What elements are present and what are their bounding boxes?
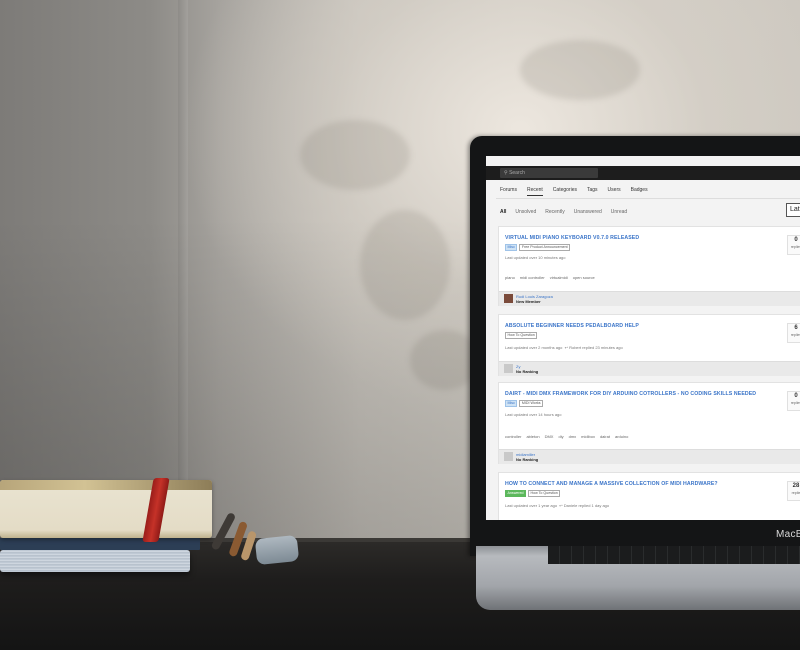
reply-number: 0 xyxy=(794,237,798,243)
topic-tag[interactable]: Misc xyxy=(505,400,518,407)
nav-badges[interactable]: Badges xyxy=(631,184,648,196)
notebook-stack-bottom xyxy=(0,550,190,572)
topic-meta: Last updated over 2 months ago ↩ Robert … xyxy=(505,345,623,350)
reply-count: 6 replies xyxy=(787,323,800,343)
laptop-brand-label: MacB xyxy=(776,529,800,540)
notebook-cover xyxy=(0,480,212,490)
topic-tag[interactable]: How To Question xyxy=(527,490,561,497)
author-rank: No Ranking xyxy=(516,369,539,374)
topic-meta: Last updated over 10 minutes ago xyxy=(505,255,566,260)
reply-icon: ↩ xyxy=(564,345,568,350)
nav-recent[interactable]: Recent xyxy=(526,184,543,196)
topic-author-bar: Zy No Ranking xyxy=(499,361,800,376)
last-updated: Last updated over 2 months ago xyxy=(505,345,563,350)
label-tag[interactable]: open source xyxy=(573,275,595,280)
reply-count: 0 replies xyxy=(787,391,800,411)
reply-label: replies xyxy=(790,245,800,249)
label-tag[interactable]: midibox xyxy=(581,434,595,439)
reply-number: 0 xyxy=(794,393,798,399)
topic-card[interactable]: HOW TO CONNECT AND MANAGE A MASSIVE COLL… xyxy=(498,472,800,520)
nav-categories[interactable]: Categories xyxy=(553,184,577,196)
avatar[interactable] xyxy=(504,294,513,303)
label-tag[interactable]: DMX xyxy=(545,434,554,439)
label-tag[interactable]: diy xyxy=(558,434,563,439)
last-reply: Daniele replied 1 day ago xyxy=(563,503,610,508)
last-reply: Robert replied 23 minutes ago xyxy=(569,345,623,350)
filter-unsolved[interactable]: Unsolved xyxy=(515,206,536,218)
author-rank: No Ranking xyxy=(516,457,539,462)
topic-title[interactable]: HOW TO CONNECT AND MANAGE A MASSIVE COLL… xyxy=(505,481,718,487)
laptop-screen: ⚲ Search Forums Recent Categories Tags U… xyxy=(486,156,800,520)
topic-title[interactable]: DAIRT - MIDI DMX FRAMEWORK FOR DIY ARDUI… xyxy=(505,391,756,397)
nav-tags[interactable]: Tags xyxy=(587,184,598,196)
reply-label: replies xyxy=(790,401,800,405)
label-tag[interactable]: midi controller xyxy=(520,275,545,280)
topic-author-bar: Rudi Louis Zaragoza New Member xyxy=(499,291,800,306)
reply-number: 28 xyxy=(792,483,800,489)
topic-tags: How To Question xyxy=(505,332,538,339)
topic-author-bar: midiamiller No Ranking xyxy=(499,449,800,464)
topic-card[interactable]: DAIRT - MIDI DMX FRAMEWORK FOR DIY ARDUI… xyxy=(498,382,800,464)
label-tag[interactable]: dairat xyxy=(600,434,610,439)
nav-users[interactable]: Users xyxy=(608,184,621,196)
author-rank: New Member xyxy=(516,299,541,304)
filter-unread[interactable]: Unread xyxy=(611,206,627,218)
avatar[interactable] xyxy=(504,364,513,373)
topic-tag[interactable]: MIDI Works xyxy=(519,400,544,407)
forum-nav: Forums Recent Categories Tags Users Badg… xyxy=(500,184,648,196)
topic-meta: Last updated over 1 year ago ↩ Daniele r… xyxy=(505,503,609,508)
topic-title[interactable]: VIRTUAL MIDI PIANO KEYBOARD V0.7.0 RELEA… xyxy=(505,235,639,241)
topic-tags: Misc MIDI Works xyxy=(505,400,544,407)
search-placeholder: Search xyxy=(509,170,525,176)
topic-tag[interactable]: Free Product Announcement xyxy=(519,244,571,251)
topic-filters: All Unsolved Recently Unanswered Unread xyxy=(500,206,627,218)
topic-tags: Misc Free Product Announcement xyxy=(505,244,571,251)
reply-count: 0 replies xyxy=(787,235,800,255)
reply-label: replies xyxy=(790,333,800,337)
label-tag[interactable]: ableton xyxy=(526,434,539,439)
topic-tag[interactable]: Answered xyxy=(505,490,526,497)
label-tag[interactable]: controller xyxy=(505,434,521,439)
filter-recently[interactable]: Recently xyxy=(545,206,564,218)
topic-title[interactable]: ABSOLUTE BEGINNER NEEDS PEDALBOARD HELP xyxy=(505,323,639,329)
filter-unanswered[interactable]: Unanswered xyxy=(574,206,602,218)
topic-card[interactable]: ABSOLUTE BEGINNER NEEDS PEDALBOARD HELP … xyxy=(498,314,800,376)
laptop-keyboard xyxy=(548,546,800,564)
nav-forums[interactable]: Forums xyxy=(500,184,517,196)
label-tag[interactable]: arduino xyxy=(615,434,628,439)
reply-label: replie xyxy=(791,491,800,495)
avatar[interactable] xyxy=(504,452,513,461)
reply-icon: ↩ xyxy=(559,503,563,508)
topic-labels: controller ableton DMX diy dmx midibox d… xyxy=(505,434,628,439)
label-tag[interactable]: piano xyxy=(505,275,515,280)
search-icon: ⚲ xyxy=(504,170,508,176)
label-tag[interactable]: dmx xyxy=(569,434,577,439)
label-tag[interactable]: virtualmidi xyxy=(550,275,568,280)
latest-sort-button[interactable]: Lat xyxy=(786,203,800,217)
eraser xyxy=(254,534,300,566)
topic-labels: piano midi controller virtualmidi open s… xyxy=(505,275,595,280)
divider xyxy=(496,198,800,199)
filter-all[interactable]: All xyxy=(500,206,506,218)
topic-tags: Answered How To Question xyxy=(505,490,561,497)
last-updated: Last updated over 1 year ago xyxy=(505,503,558,508)
topic-tag[interactable]: How To Question xyxy=(505,332,538,339)
topic-tag[interactable]: Misc xyxy=(505,244,518,251)
topic-card[interactable]: VIRTUAL MIDI PIANO KEYBOARD V0.7.0 RELEA… xyxy=(498,226,800,306)
reply-number: 6 xyxy=(794,325,798,331)
search-input[interactable]: ⚲ Search xyxy=(500,168,598,178)
reply-count: 28 replie xyxy=(787,481,800,501)
notebook-stack-middle xyxy=(0,538,200,550)
topic-meta: Last updated over 14 hours ago xyxy=(505,412,562,417)
